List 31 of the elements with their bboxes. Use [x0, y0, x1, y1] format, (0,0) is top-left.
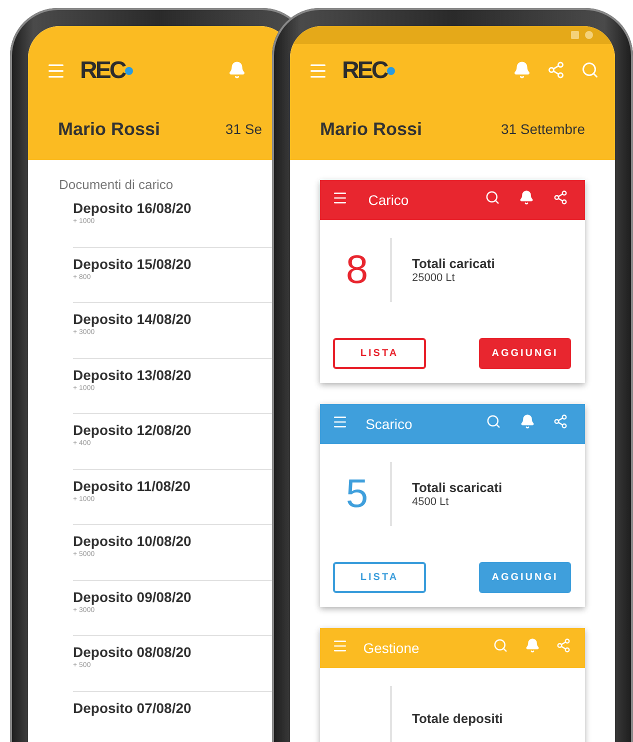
app-logo: REC: [80, 57, 125, 85]
user-name: Mario Rossi: [58, 118, 160, 140]
list-item-title[interactable]: Deposito 16/08/20: [73, 200, 192, 216]
list-button[interactable]: LISTA: [333, 338, 426, 369]
app-logo: REC: [342, 57, 387, 85]
list-item-title[interactable]: Deposito 14/08/20: [73, 311, 192, 327]
user-name: Mario Rossi: [320, 118, 422, 140]
list-item-title[interactable]: Deposito 08/08/20: [73, 644, 192, 660]
add-button[interactable]: AGGIUNGI: [479, 338, 571, 369]
dot-icon: [124, 67, 133, 75]
list-item-title[interactable]: Deposito 12/08/20: [73, 422, 192, 438]
card-title: Gestione: [363, 640, 420, 656]
list-item-title[interactable]: Deposito 15/08/20: [73, 256, 192, 272]
list-item-title[interactable]: Deposito 11/08/20: [73, 478, 191, 494]
list-item-title[interactable]: Deposito 09/08/20: [73, 588, 192, 604]
dot-icon: [386, 67, 395, 75]
list-title: Documenti di carico: [58, 176, 174, 192]
list-item-title[interactable]: Deposito 07/08/20: [73, 700, 192, 716]
list-item-title[interactable]: Deposito 13/08/20: [73, 366, 192, 382]
total-label: Totale depositi: [412, 710, 503, 726]
date-label: 31 Settembre: [500, 121, 585, 137]
count-value: 8: [344, 248, 370, 292]
total-amount: 25000 Lt: [412, 272, 456, 284]
card-title: Carico: [367, 192, 410, 208]
date-label: 31 Se: [225, 121, 262, 137]
list-item-title[interactable]: Deposito 10/08/20: [73, 533, 192, 549]
total-label: Totali scaricati: [412, 480, 502, 495]
card-title: Scarico: [366, 416, 414, 432]
count-value: 5: [344, 472, 370, 516]
total-amount: 4500 Lt: [412, 496, 450, 508]
total-label: Totali caricati: [412, 256, 495, 271]
